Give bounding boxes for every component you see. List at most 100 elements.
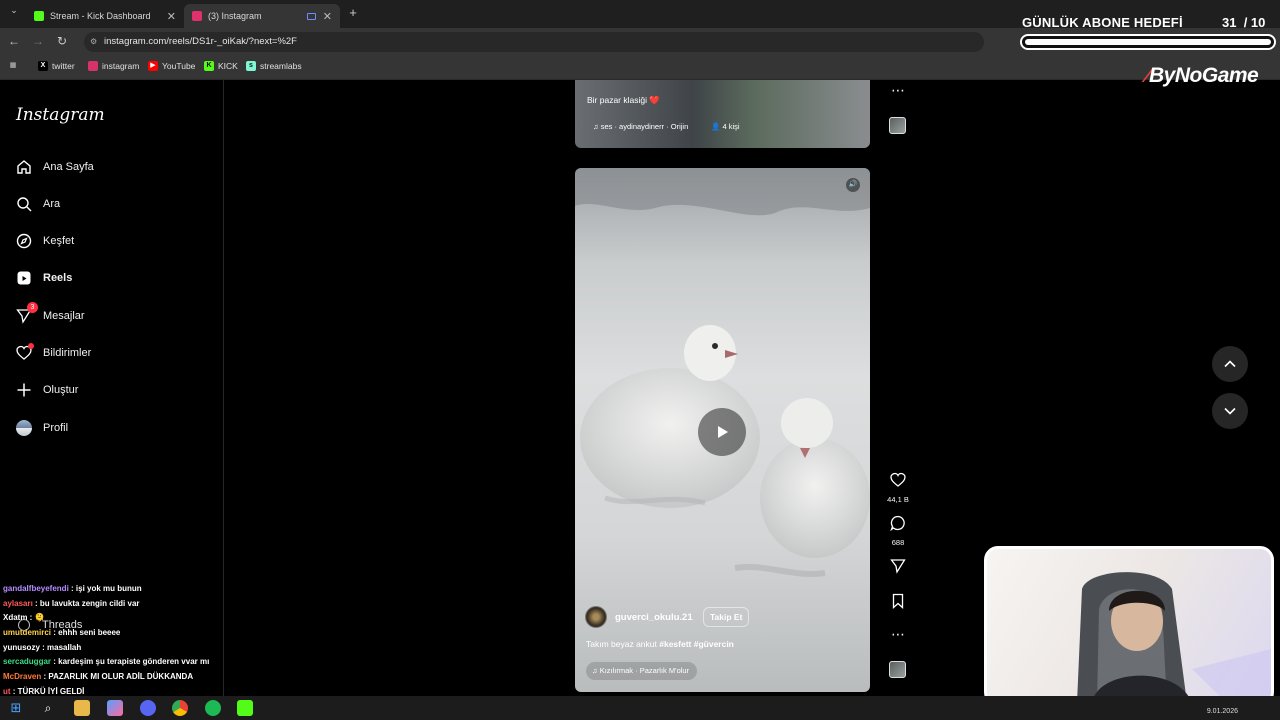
- chevron-down-icon: [1224, 407, 1236, 415]
- bookmark-streamlabs[interactable]: s streamlabs: [246, 61, 302, 71]
- heart-icon: [890, 472, 906, 487]
- bookmark-twitter[interactable]: Xtwitter: [38, 61, 75, 71]
- tab-title: (3) Instagram: [208, 11, 262, 21]
- reel-video[interactable]: 🔊 guverci_okulu.21 Takip Et Takım beyaz …: [575, 168, 870, 692]
- chat-username: aylasarı: [3, 598, 33, 608]
- sidebar-item-create[interactable]: Oluştur: [16, 378, 78, 402]
- reload-button[interactable]: ↻: [54, 34, 70, 48]
- forward-button[interactable]: →: [30, 34, 46, 48]
- sidebar-item-notifications[interactable]: Bildirimler: [16, 341, 91, 365]
- sidebar-item-messages[interactable]: 3 Mesajlar: [16, 302, 85, 328]
- apps-icon[interactable]: ▦: [8, 61, 22, 71]
- comment-button[interactable]: 688: [884, 515, 912, 547]
- kick-icon: K: [204, 61, 214, 71]
- bookmark-instagram[interactable]: instagram: [88, 61, 139, 71]
- windows-taskbar: ⊞ ⌕ 9.01.2026: [0, 696, 1280, 720]
- mute-button[interactable]: 🔊: [846, 178, 860, 192]
- previous-more-button[interactable]: ⋯: [884, 82, 912, 99]
- bookmark-kick[interactable]: K KICK: [204, 61, 238, 71]
- app-icon[interactable]: [107, 700, 123, 716]
- chat-text: : 🫠: [27, 613, 45, 623]
- more-button[interactable]: ⋯: [884, 626, 912, 643]
- chat-username: Xdatm: [3, 613, 28, 623]
- sidebar-item-reels[interactable]: Reels: [16, 266, 72, 290]
- previous-reel-button[interactable]: [1212, 346, 1248, 382]
- stream-chat-overlay: gandalfbeyefendi : işi yok mu bunun aylas…: [0, 584, 230, 702]
- kick-icon: [34, 11, 44, 21]
- search-icon[interactable]: ⌕: [40, 700, 56, 716]
- discord-icon[interactable]: [140, 700, 156, 716]
- chrome-icon[interactable]: [172, 700, 188, 716]
- follow-button[interactable]: Takip Et: [703, 607, 750, 627]
- close-icon[interactable]: ✕: [323, 10, 332, 23]
- chat-username: ut: [3, 686, 11, 696]
- next-reel-button[interactable]: [1212, 393, 1248, 429]
- instagram-icon: [88, 61, 98, 71]
- streamlabs-icon: s: [246, 61, 256, 71]
- url-field[interactable]: ⚙ instagram.com/reels/DS1r-_oiKak/?next=…: [84, 32, 984, 52]
- music-icon: ♫: [592, 666, 600, 675]
- goal-progress-fill: [1025, 39, 1271, 45]
- notification-dot: [28, 343, 34, 349]
- previous-reel-caption: Bir pazar klasiği ❤️: [587, 95, 660, 105]
- chat-text: : işi yok mu bunun: [68, 584, 142, 593]
- url-text: instagram.com/reels/DS1r-_oiKak/?next=%2…: [104, 36, 297, 47]
- share-button[interactable]: [884, 558, 912, 579]
- file-explorer-icon[interactable]: [74, 700, 90, 716]
- goal-progress-bar: [1020, 34, 1276, 50]
- previous-reel[interactable]: Bir pazar klasiği ❤️ ♫ ses · aydinaydine…: [575, 80, 870, 148]
- chat-username: umutdemirci: [3, 628, 52, 638]
- site-info-icon[interactable]: ⚙: [90, 32, 97, 52]
- tab-instagram[interactable]: (3) Instagram ✕: [184, 4, 340, 28]
- plus-icon: [16, 382, 32, 398]
- reel-hashtags[interactable]: #kesfett #güvercin: [659, 639, 734, 649]
- chat-username: sercaduggar: [3, 657, 52, 667]
- previous-reel-people[interactable]: 👤 4 kişi: [711, 122, 740, 131]
- sidebar-item-search[interactable]: Ara: [16, 192, 60, 216]
- chat-username: gandalfbeyefendi: [3, 584, 69, 593]
- previous-audio-thumb[interactable]: [889, 117, 906, 134]
- reel-author-username[interactable]: guverci_okulu.21: [615, 612, 693, 623]
- like-count: 44,1 B: [887, 495, 909, 504]
- chat-username: McDraven: [3, 672, 42, 682]
- reel-author-avatar[interactable]: [585, 606, 607, 628]
- kick-app-icon[interactable]: [237, 700, 253, 716]
- windows-start-icon[interactable]: ⊞: [8, 700, 24, 716]
- chat-message: McDraven : PAZARLIK MI OLUR ADİL DÜKKAND…: [0, 672, 230, 687]
- avatar: [16, 420, 32, 436]
- tab-search-button[interactable]: ⌄: [6, 5, 22, 16]
- taskbar-date: 9.01.2026: [1206, 708, 1238, 715]
- back-button[interactable]: ←: [6, 34, 22, 48]
- instagram-icon: [192, 11, 202, 21]
- bookmarks-bar: ▦ Xtwitter instagram ▶ YouTube K KICK s str…: [0, 56, 1280, 80]
- like-button[interactable]: 44,1 B: [884, 472, 912, 504]
- audio-thumb[interactable]: [889, 661, 906, 678]
- chat-text: : bu lavukta zengin cildi var: [32, 598, 140, 608]
- chat-message: yunusozy : masallah: [0, 643, 230, 658]
- reel-audio[interactable]: ♫ Kızılırmak · Pazarlık M'olur: [586, 662, 698, 680]
- close-icon[interactable]: ✕: [167, 10, 176, 23]
- tab-kick[interactable]: Stream - Kick Dashboard ✕: [26, 4, 184, 28]
- chat-username: yunusozy: [3, 642, 40, 652]
- instagram-logo[interactable]: Instagram: [16, 105, 105, 125]
- messages-icon: 3: [16, 302, 38, 324]
- sidebar-item-explore[interactable]: Keşfet: [16, 229, 74, 253]
- goal-title: GÜNLÜK ABONE HEDEFİ: [1022, 15, 1183, 30]
- share-icon: [890, 559, 906, 574]
- sidebar-item-home[interactable]: Ana Sayfa: [16, 155, 94, 179]
- chat-text: : kardeşim şu terapiste gönderen vvar mı: [51, 657, 210, 667]
- new-tab-button[interactable]: +: [345, 5, 361, 20]
- chat-message: aylasarı : bu lavukta zengin cildi var: [0, 599, 230, 614]
- brand-logo: ⁄ByNoGame: [1146, 64, 1259, 87]
- bookmark-youtube[interactable]: ▶ YouTube: [148, 61, 195, 71]
- chevron-up-icon: [1224, 360, 1236, 368]
- spotify-icon[interactable]: [205, 700, 221, 716]
- sidebar-item-profile[interactable]: Profil: [16, 416, 68, 440]
- play-icon: [718, 426, 728, 438]
- search-icon: [16, 196, 32, 212]
- play-button[interactable]: [698, 408, 746, 456]
- chat-message: Xdatm : 🫠: [0, 613, 230, 628]
- chat-text: : PAZARLIK MI OLUR ADİL DÜKKANDA: [41, 672, 194, 682]
- save-button[interactable]: [884, 593, 912, 614]
- home-icon: [16, 159, 32, 175]
